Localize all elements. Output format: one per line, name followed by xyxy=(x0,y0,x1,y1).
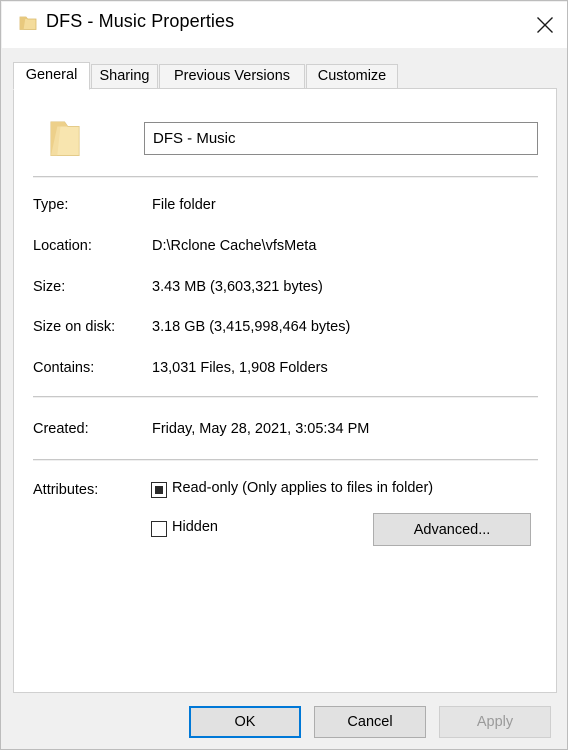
tab-strip: General Sharing Previous Versions Custom… xyxy=(13,62,557,90)
apply-button: Apply xyxy=(439,706,551,738)
ok-button[interactable]: OK xyxy=(189,706,301,738)
size-label: Size: xyxy=(33,279,66,295)
attributes-label: Attributes: xyxy=(33,482,99,498)
separator xyxy=(33,396,538,398)
tab-general[interactable]: General xyxy=(13,62,90,90)
readonly-checkbox[interactable] xyxy=(151,482,167,498)
folder-name-input[interactable] xyxy=(144,122,538,155)
location-value: D:\Rclone Cache\vfsMeta xyxy=(152,238,317,254)
separator xyxy=(33,459,538,461)
size-on-disk-label: Size on disk: xyxy=(33,319,116,335)
contains-value: 13,031 Files, 1,908 Folders xyxy=(152,360,328,376)
tab-sharing[interactable]: Sharing xyxy=(91,64,158,89)
hidden-label[interactable]: Hidden xyxy=(172,519,218,535)
created-value: Friday, May 28, 2021, 3:05:34 PM xyxy=(152,421,370,437)
created-label: Created: xyxy=(33,421,89,437)
close-icon[interactable] xyxy=(522,2,567,48)
contains-label: Contains: xyxy=(33,360,95,376)
properties-dialog: DFS - Music Properties General Sharing P… xyxy=(0,0,568,750)
tab-customize[interactable]: Customize xyxy=(306,64,398,89)
cancel-button[interactable]: Cancel xyxy=(314,706,426,738)
type-label: Type: xyxy=(33,197,69,213)
advanced-button[interactable]: Advanced... xyxy=(373,513,531,546)
window-title: DFS - Music Properties xyxy=(46,11,235,31)
hidden-checkbox[interactable] xyxy=(151,521,167,537)
type-value: File folder xyxy=(152,197,216,213)
general-tab-panel xyxy=(13,88,557,693)
size-value: 3.43 MB (3,603,321 bytes) xyxy=(152,279,323,295)
folder-icon xyxy=(19,14,37,32)
folder-icon xyxy=(45,116,85,160)
location-label: Location: xyxy=(33,238,92,254)
tab-previous-versions[interactable]: Previous Versions xyxy=(159,64,305,89)
title-bar: DFS - Music Properties xyxy=(2,2,567,48)
separator xyxy=(33,176,538,178)
readonly-label[interactable]: Read-only (Only applies to files in fold… xyxy=(172,480,433,496)
size-on-disk-value: 3.18 GB (3,415,998,464 bytes) xyxy=(152,319,351,335)
